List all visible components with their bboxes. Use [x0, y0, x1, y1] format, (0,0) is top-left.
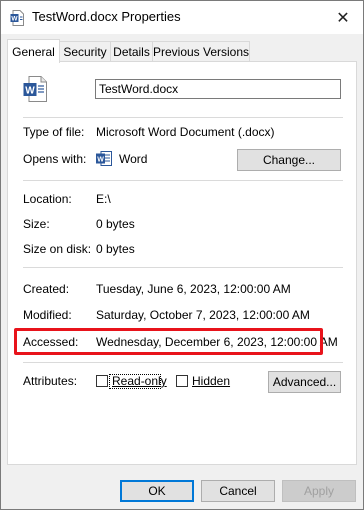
- hidden-label: Hidden: [192, 374, 231, 388]
- ok-button-label: OK: [148, 484, 166, 498]
- cancel-button[interactable]: Cancel: [201, 480, 275, 502]
- modified-value: Saturday, October 7, 2023, 12:00:00 AM: [96, 308, 310, 322]
- location-label: Location:: [23, 192, 72, 206]
- cancel-button-label: Cancel: [219, 484, 257, 498]
- type-of-file-value: Microsoft Word Document (.docx): [96, 125, 275, 139]
- apply-button-label: Apply: [303, 484, 335, 498]
- tab-previous-versions[interactable]: Previous Versions: [152, 41, 250, 62]
- tab-general[interactable]: General: [7, 39, 60, 63]
- size-on-disk-value: 0 bytes: [96, 242, 135, 256]
- attributes-label: Attributes:: [23, 374, 78, 388]
- tab-label: Previous Versions: [152, 45, 250, 59]
- tab-label: Details: [113, 45, 150, 59]
- accessed-highlight-box: [14, 328, 323, 355]
- ok-button[interactable]: OK: [120, 480, 194, 502]
- divider: [23, 267, 343, 268]
- properties-dialog: W TestWord.docx Properties ✕ General Sec…: [0, 0, 364, 510]
- hidden-checkbox-box: [176, 375, 188, 387]
- read-only-checkbox[interactable]: Read-only: [96, 374, 167, 389]
- size-on-disk-label: Size on disk:: [23, 242, 92, 256]
- divider: [23, 362, 343, 363]
- change-button-label: Change...: [262, 153, 316, 167]
- tab-label: Security: [63, 45, 107, 59]
- change-button[interactable]: Change...: [237, 149, 341, 171]
- opens-with-value: Word: [119, 152, 148, 166]
- tab-security[interactable]: Security: [59, 41, 111, 62]
- word-doc-icon: W: [10, 10, 24, 26]
- file-name-input[interactable]: [95, 79, 341, 99]
- opens-with-label: Opens with:: [23, 152, 87, 166]
- advanced-button-label: Advanced...: [272, 375, 337, 389]
- divider: [23, 117, 343, 118]
- size-value: 0 bytes: [96, 217, 135, 231]
- divider: [23, 180, 343, 181]
- svg-text:W: W: [11, 16, 18, 23]
- tab-bar: General Security Details Previous Versio…: [7, 39, 357, 63]
- type-of-file-label: Type of file:: [23, 125, 85, 139]
- created-value: Tuesday, June 6, 2023, 12:00:00 AM: [96, 282, 291, 296]
- read-only-label: Read-only: [112, 374, 167, 388]
- advanced-button[interactable]: Advanced...: [268, 371, 341, 393]
- location-value: E:\: [96, 192, 111, 206]
- tab-details[interactable]: Details: [110, 41, 153, 62]
- close-button[interactable]: ✕: [323, 1, 363, 34]
- general-panel: [7, 61, 357, 465]
- svg-text:W: W: [25, 86, 35, 97]
- svg-text:W: W: [97, 157, 104, 164]
- read-only-checkbox-box: [96, 375, 108, 387]
- created-label: Created:: [23, 282, 70, 296]
- modified-label: Modified:: [23, 308, 72, 322]
- apply-button[interactable]: Apply: [282, 480, 356, 502]
- window-title: TestWord.docx Properties: [32, 9, 181, 24]
- word-doc-icon: W: [23, 76, 47, 102]
- close-icon: ✕: [336, 9, 350, 27]
- word-app-icon: W: [96, 151, 112, 166]
- tab-label: General: [12, 44, 55, 59]
- size-label: Size:: [23, 217, 50, 231]
- hidden-checkbox[interactable]: Hidden: [176, 374, 236, 389]
- title-bar: W TestWord.docx Properties ✕: [1, 1, 363, 34]
